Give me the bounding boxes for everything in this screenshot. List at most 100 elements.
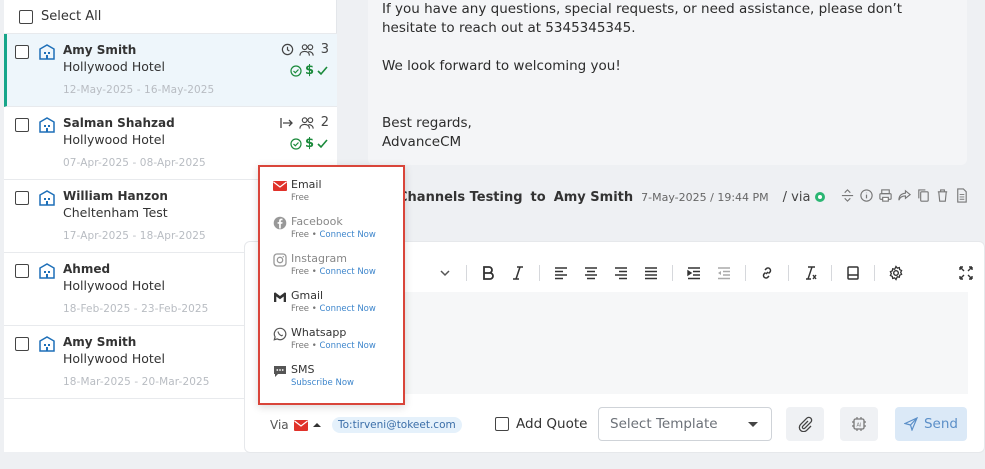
via-label: / via bbox=[782, 189, 811, 205]
hotel-icon bbox=[39, 190, 55, 206]
stay-dates: 17-Apr-2025 - 18-Apr-2025 bbox=[63, 230, 206, 242]
email-icon bbox=[293, 419, 308, 431]
guest-count: 3 bbox=[320, 42, 329, 57]
align-center-icon[interactable] bbox=[576, 262, 606, 284]
connect-now-link[interactable]: Connect Now bbox=[319, 304, 375, 314]
recipient-chip[interactable]: To:tirveni@tokeet.com bbox=[332, 417, 462, 433]
channel-sub: Free • Connect Now bbox=[291, 341, 376, 351]
channel-label: Facebook bbox=[291, 215, 343, 228]
hotel-icon bbox=[39, 336, 55, 352]
send-button[interactable]: Send bbox=[895, 407, 967, 441]
channel-label: SMS bbox=[291, 363, 315, 376]
select-all-row[interactable]: Select All bbox=[4, 0, 337, 34]
caret-up-icon[interactable] bbox=[312, 422, 321, 428]
check-icon bbox=[317, 65, 328, 75]
forward-icon[interactable] bbox=[897, 188, 912, 203]
row-checkbox[interactable] bbox=[15, 118, 29, 132]
subscribe-now-link[interactable]: Subscribe Now bbox=[291, 378, 354, 388]
recipient-name: Amy Smith bbox=[553, 189, 634, 205]
stay-dates: 18-Mar-2025 - 20-Mar-2025 bbox=[63, 376, 210, 388]
dropdown-chevron-icon[interactable] bbox=[430, 262, 460, 284]
toolbar-divider bbox=[539, 265, 540, 281]
hotel-icon bbox=[39, 117, 55, 133]
signature-line: Best regards, bbox=[382, 115, 472, 131]
facebook-icon bbox=[273, 216, 287, 230]
channel-sub: Subscribe Now bbox=[291, 377, 354, 390]
delete-icon[interactable] bbox=[935, 188, 950, 203]
channel-option-facebook[interactable]: Facebook Free • Connect Now bbox=[273, 215, 376, 242]
align-left-icon[interactable] bbox=[546, 262, 576, 284]
guest-name: Salman Shahzad bbox=[63, 116, 175, 130]
channel-logo-icon bbox=[815, 192, 826, 202]
guest-name: Amy Smith bbox=[63, 335, 137, 349]
add-quote-checkbox[interactable] bbox=[495, 417, 509, 431]
paid-icon: $ bbox=[304, 136, 314, 151]
svg-text:AI: AI bbox=[857, 423, 862, 429]
hotel-name: Hollywood Hotel bbox=[63, 278, 165, 293]
guests-icon bbox=[299, 43, 314, 56]
align-justify-icon[interactable] bbox=[636, 262, 666, 284]
channel-option-instagram[interactable]: Instagram Free • Connect Now bbox=[273, 252, 376, 279]
guest-count: 2 bbox=[320, 115, 329, 130]
toolbar-divider bbox=[788, 265, 789, 281]
list-item[interactable]: Amy Smith Hollywood Hotel 12-May-2025 - … bbox=[4, 34, 337, 107]
copy-icon[interactable] bbox=[916, 188, 931, 203]
link-icon[interactable] bbox=[752, 262, 782, 284]
info-icon[interactable] bbox=[859, 188, 874, 203]
hotel-name: Hollywood Hotel bbox=[63, 132, 165, 147]
ai-chip-icon: AI bbox=[852, 417, 866, 431]
select-all-checkbox[interactable] bbox=[19, 9, 33, 24]
select-all-label: Select All bbox=[41, 9, 102, 24]
channel-label: Email bbox=[291, 178, 322, 191]
row-checkbox[interactable] bbox=[15, 264, 29, 278]
connect-now-link[interactable]: Connect Now bbox=[319, 267, 375, 277]
row-checkbox[interactable] bbox=[15, 337, 29, 351]
clear-format-icon[interactable] bbox=[795, 262, 825, 284]
ai-assist-button[interactable]: AI bbox=[840, 407, 878, 441]
bold-icon[interactable] bbox=[473, 262, 503, 284]
message-signature: Best regards, AdvanceCM bbox=[382, 114, 472, 152]
fullscreen-icon[interactable] bbox=[951, 262, 981, 284]
italic-icon[interactable] bbox=[503, 262, 533, 284]
message-time: 7-May-2025 / 19:44 PM bbox=[641, 190, 769, 204]
attach-button[interactable] bbox=[786, 407, 824, 441]
instagram-icon bbox=[273, 253, 287, 267]
check-circle-icon bbox=[290, 137, 302, 150]
guest-name: William Hanzon bbox=[63, 189, 168, 203]
channel-option-email[interactable]: Email Free bbox=[273, 178, 322, 205]
channel-dropdown-menu: Email Free Facebook Free • Connect Now I… bbox=[258, 165, 405, 405]
stay-dates: 18-Feb-2025 - 23-Feb-2025 bbox=[63, 303, 209, 315]
stay-dates: 07-Apr-2025 - 08-Apr-2025 bbox=[63, 157, 206, 169]
sender-name: Channels Testing bbox=[398, 189, 523, 205]
hotel-icon bbox=[39, 44, 55, 60]
editor-text-area[interactable] bbox=[402, 292, 968, 394]
channel-selector[interactable]: Via bbox=[270, 418, 321, 432]
send-plane-icon bbox=[903, 417, 918, 431]
indent-icon[interactable] bbox=[679, 262, 709, 284]
channel-option-sms[interactable]: SMS Subscribe Now bbox=[273, 363, 354, 390]
document-icon[interactable] bbox=[954, 188, 969, 203]
align-right-icon[interactable] bbox=[606, 262, 636, 284]
print-icon[interactable] bbox=[878, 188, 893, 203]
row-checkbox[interactable] bbox=[15, 191, 29, 205]
toolbar-divider bbox=[466, 265, 467, 281]
channel-sub: Free • Connect Now bbox=[291, 267, 376, 277]
toolbar-divider bbox=[874, 265, 875, 281]
channel-sub: Free • Connect Now bbox=[291, 230, 376, 240]
row-checkbox[interactable] bbox=[15, 45, 29, 59]
add-quote-toggle[interactable]: Add Quote bbox=[495, 416, 587, 432]
message-actions bbox=[840, 188, 969, 203]
outdent-icon[interactable] bbox=[709, 262, 739, 284]
select-template-dropdown[interactable]: Select Template bbox=[598, 407, 772, 441]
message-header: Channels Testing to Amy Smith 7-May-2025… bbox=[398, 186, 826, 208]
stay-dates: 12-May-2025 - 16-May-2025 bbox=[63, 84, 215, 96]
channel-option-whatsapp[interactable]: Whatsapp Free • Connect Now bbox=[273, 326, 376, 353]
conversation-panel: If you have any questions, special reque… bbox=[244, 0, 985, 469]
connect-now-link[interactable]: Connect Now bbox=[319, 341, 375, 351]
expand-collapse-icon[interactable] bbox=[840, 188, 855, 203]
template-icon[interactable] bbox=[838, 262, 868, 284]
settings-gear-icon[interactable] bbox=[881, 262, 911, 284]
row-status: $ bbox=[290, 136, 328, 151]
channel-option-gmail[interactable]: Gmail Free • Connect Now bbox=[273, 289, 376, 316]
connect-now-link[interactable]: Connect Now bbox=[319, 230, 375, 240]
